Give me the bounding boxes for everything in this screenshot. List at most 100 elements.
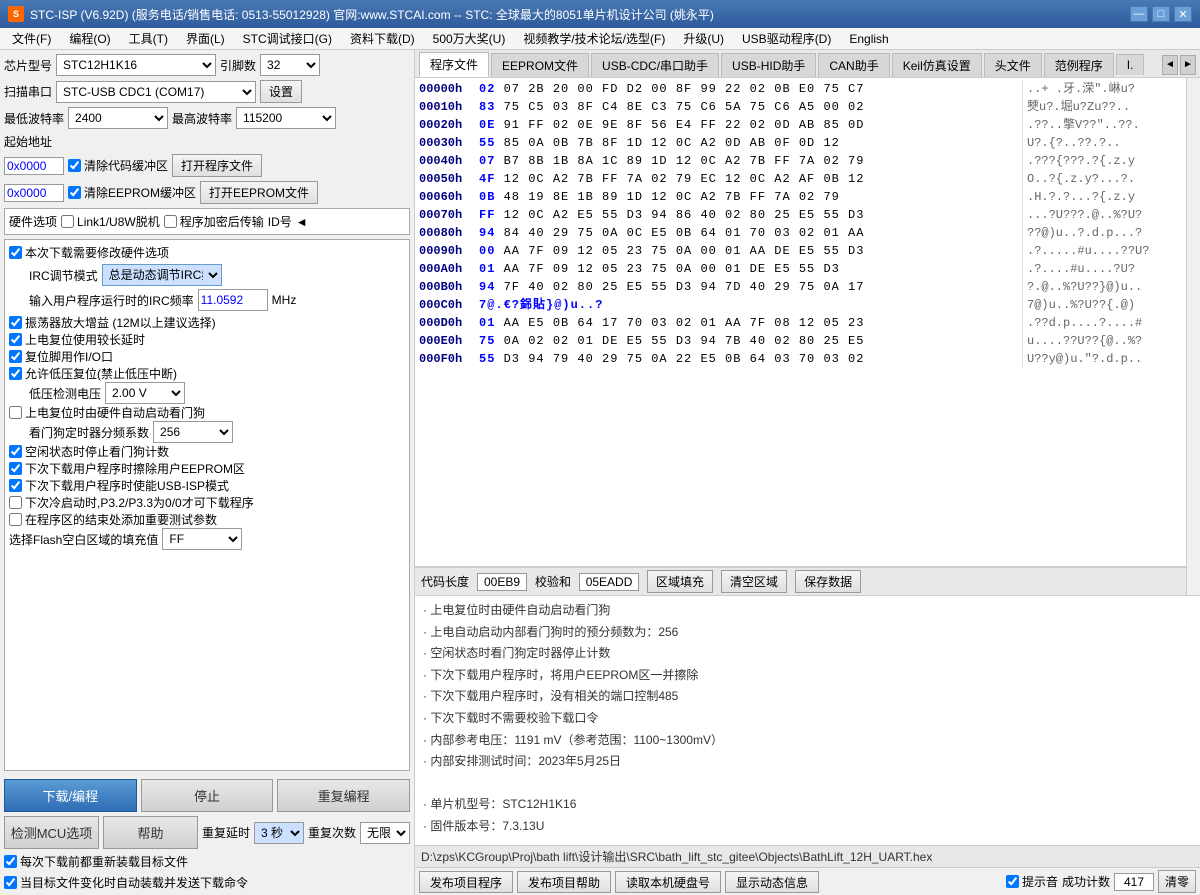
voltage-select[interactable]: 2.00 V [105, 382, 185, 404]
delay-row: 重复延时 3 秒 [202, 816, 304, 849]
hex-bytes: 55 D3 94 79 40 29 75 0A 22 E5 0B 64 03 7… [479, 350, 1022, 368]
chip-select[interactable]: STC12H1K16 [56, 54, 216, 76]
repeat-select[interactable]: 无限 [360, 822, 410, 844]
fill-button[interactable]: 区域填充 [647, 570, 713, 593]
maximize-button[interactable]: □ [1152, 6, 1170, 22]
idle-watchdog-checkbox[interactable]: 空闲状态时停止看门狗计数 [9, 443, 405, 460]
tab-headers[interactable]: 头文件 [984, 53, 1042, 77]
menu-stc-debug[interactable]: STC调试接口(G) [235, 28, 340, 49]
encrypt-checkbox[interactable]: 程序加密后传输 [164, 213, 264, 230]
hex-row: 00010h83 75 C5 03 8F C4 8E C3 75 C6 5A 7… [419, 98, 1182, 116]
hex-address: 00020h [419, 116, 479, 134]
tab-prev-button[interactable]: ◄ [1162, 55, 1178, 75]
clear-code-checkbox[interactable]: 清除代码缓冲区 [68, 157, 168, 174]
menu-tools[interactable]: 工具(T) [121, 28, 176, 49]
chip-row: 芯片型号 STC12H1K16 引脚数 32 [4, 54, 410, 76]
menu-program[interactable]: 编程(O) [61, 28, 118, 49]
settings-button[interactable]: 设置 [260, 80, 302, 103]
reprogram-button[interactable]: 重复编程 [277, 779, 410, 812]
tab-keil[interactable]: Keil仿真设置 [892, 53, 982, 77]
min-baud-select[interactable]: 2400 [68, 107, 168, 129]
usb-isp-checkbox[interactable]: 下次下载用户程序时使能USB-ISP模式 [9, 477, 405, 494]
tab-eeprom[interactable]: EEPROM文件 [491, 53, 589, 77]
pin-select[interactable]: 32 [260, 54, 320, 76]
baud-row: 最低波特率 2400 最高波特率 115200 [4, 107, 410, 129]
tip-sound-checkbox[interactable]: 提示音 [1006, 873, 1058, 890]
id-arrow[interactable]: ◄ [296, 215, 308, 229]
clear-eeprom-checkbox[interactable]: 清除EEPROM缓冲区 [68, 184, 196, 201]
clear-area-button[interactable]: 清空区域 [721, 570, 787, 593]
open-prog-button[interactable]: 打开程序文件 [172, 154, 262, 177]
repeat-row: 重复次数 无限 [308, 816, 410, 849]
tab-more[interactable]: I. [1116, 54, 1145, 75]
reset-io-checkbox[interactable]: 复位脚用作I/O口 [9, 348, 405, 365]
close-button[interactable]: ✕ [1174, 6, 1192, 22]
delay-select[interactable]: 3 秒 [254, 822, 304, 844]
tab-can[interactable]: CAN助手 [818, 53, 889, 77]
menu-upgrade[interactable]: 升级(U) [675, 28, 732, 49]
action-bar: 发布项目程序 发布项目帮助 读取本机硬盘号 显示动态信息 提示音 成功计数 41… [415, 867, 1200, 895]
menu-interface[interactable]: 界面(L) [178, 28, 233, 49]
menu-english[interactable]: English [841, 30, 896, 48]
info-line: · 内部安排测试时间：2023年5月25日 [423, 751, 1192, 773]
hex-row: 00080h94 84 40 29 75 0A 0C E5 0B 64 01 7… [419, 224, 1182, 242]
menu-download[interactable]: 资料下载(D) [342, 28, 423, 49]
hex-bytes: FF 12 0C A2 E5 55 D3 94 86 40 02 80 25 E… [479, 206, 1022, 224]
tab-next-button[interactable]: ► [1180, 55, 1196, 75]
serial-select[interactable]: STC-USB CDC1 (COM17) [56, 81, 256, 103]
cold-boot-checkbox[interactable]: 下次冷启动时,P3.2/P3.3为0/0才可下载程序 [9, 494, 405, 511]
serial-label: 扫描串口 [4, 83, 52, 100]
max-baud-label: 最高波特率 [172, 110, 232, 127]
address-input-2[interactable] [4, 184, 64, 202]
menu-prize[interactable]: 500万大奖(U) [425, 28, 514, 49]
eeprom-erase-checkbox[interactable]: 下次下载用户程序时擦除用户EEPROM区 [9, 460, 405, 477]
hex-row: 00050h4F 12 0C A2 7B FF 7A 02 79 EC 12 0… [419, 170, 1182, 188]
tab-examples[interactable]: 范例程序 [1044, 53, 1114, 77]
open-eeprom-button[interactable]: 打开EEPROM文件 [200, 181, 318, 204]
download-button[interactable]: 下载/编程 [4, 779, 137, 812]
low-volt-reset-checkbox[interactable]: 允许低压复位(禁止低压中断) [9, 365, 405, 382]
hex-row: 00000h02 07 2B 20 00 FD D2 00 8F 99 22 0… [419, 80, 1182, 98]
irc-mode-select[interactable]: 总是动态调节IRC频率 [102, 264, 222, 286]
hex-bytes: 07 B7 8B 1B 8A 1C 89 1D 12 0C A2 7B FF 7… [479, 152, 1022, 170]
hex-bytes: 02 07 2B 20 00 FD D2 00 8F 99 22 02 0B E… [479, 80, 1022, 98]
stop-button[interactable]: 停止 [141, 779, 274, 812]
publish-button[interactable]: 发布项目程序 [419, 871, 513, 893]
menu-bar: 文件(F) 编程(O) 工具(T) 界面(L) STC调试接口(G) 资料下载(… [0, 28, 1200, 50]
minimize-button[interactable]: — [1130, 6, 1148, 22]
hex-display[interactable]: 00000h02 07 2B 20 00 FD D2 00 8F 99 22 0… [415, 78, 1186, 567]
repeat-label: 重复次数 [308, 824, 356, 841]
tab-usb-hid[interactable]: USB-HID助手 [721, 53, 816, 77]
address-input-1[interactable] [4, 157, 64, 175]
tab-program-file[interactable]: 程序文件 [419, 52, 489, 77]
reload-checkbox[interactable]: 每次下载前都重新装载目标文件 [4, 853, 410, 870]
menu-usb-driver[interactable]: USB驱动程序(D) [734, 28, 839, 49]
irc-freq-input[interactable] [198, 289, 268, 311]
link1-checkbox[interactable]: Link1/U8W脱机 [61, 213, 160, 230]
flash-fill-select[interactable]: FF [162, 528, 242, 550]
watchdog-auto-checkbox[interactable]: 上电复位时由硬件自动启动看门狗 [9, 404, 405, 421]
menu-video[interactable]: 视频教学/技术论坛/选型(F) [515, 28, 673, 49]
osc-gain-checkbox[interactable]: 振荡器放大增益 (12M以上建议选择) [9, 314, 405, 331]
left-panel: 芯片型号 STC12H1K16 引脚数 32 扫描串口 STC-USB CDC1… [0, 50, 415, 895]
hex-area: 00000h02 07 2B 20 00 FD D2 00 8F 99 22 0… [415, 78, 1200, 595]
detect-mcu-button[interactable]: 检测MCU选项 [4, 816, 99, 849]
hex-scrollbar[interactable] [1186, 78, 1200, 595]
max-baud-select[interactable]: 115200 [236, 107, 336, 129]
power-reset-delay-checkbox[interactable]: 上电复位使用较长延时 [9, 331, 405, 348]
modify-hw-checkbox[interactable]: 本次下载需要修改硬件选项 [9, 244, 405, 261]
read-hdd-button[interactable]: 读取本机硬盘号 [615, 871, 721, 893]
clear-count-button[interactable]: 清零 [1158, 870, 1196, 893]
tabs-bar: 程序文件 EEPROM文件 USB-CDC/串口助手 USB-HID助手 CAN… [415, 50, 1200, 78]
save-data-button[interactable]: 保存数据 [795, 570, 861, 593]
menu-file[interactable]: 文件(F) [4, 28, 59, 49]
hex-ascii: .??..撆V??"..??. [1022, 116, 1182, 134]
tab-usb-cdc[interactable]: USB-CDC/串口助手 [591, 53, 719, 77]
hex-ascii: O..?{.z.y?...?. [1022, 170, 1182, 188]
dynamic-info-button[interactable]: 显示动态信息 [725, 871, 819, 893]
auto-reload-checkbox[interactable]: 当目标文件变化时自动装载并发送下载命令 [4, 874, 410, 891]
test-params-checkbox[interactable]: 在程序区的结束处添加重要测试参数 [9, 511, 405, 528]
publish-help-button[interactable]: 发布项目帮助 [517, 871, 611, 893]
watchdog-div-select[interactable]: 256 [153, 421, 233, 443]
help-button[interactable]: 帮助 [103, 816, 198, 849]
